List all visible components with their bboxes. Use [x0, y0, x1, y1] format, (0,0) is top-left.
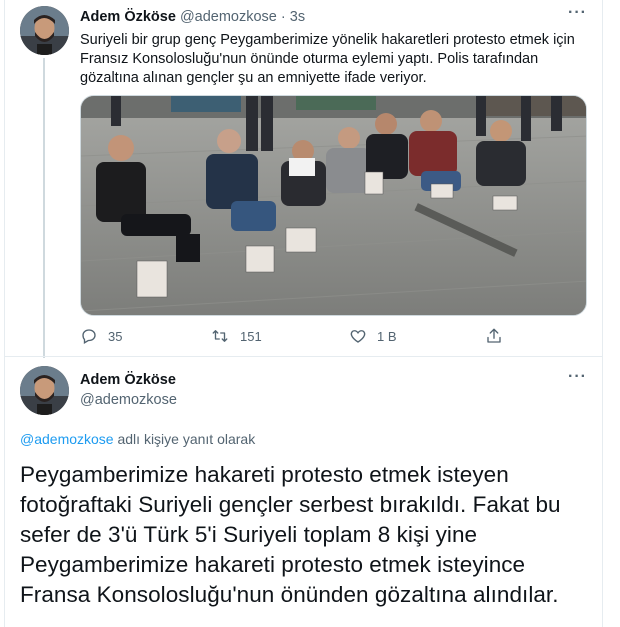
- more-dots-icon[interactable]: ···: [568, 4, 587, 22]
- share-button[interactable]: [485, 327, 513, 345]
- author-name[interactable]: Adem Özköse: [80, 372, 176, 388]
- tweet-photo[interactable]: [80, 95, 587, 316]
- reply-count: 35: [108, 328, 123, 344]
- tweet-time[interactable]: 3s: [290, 9, 305, 25]
- reply-context-text: adlı kişiye yanıt olarak: [113, 431, 256, 447]
- avatar[interactable]: [20, 366, 69, 415]
- reply-mention-link[interactable]: @ademozkose: [20, 431, 114, 447]
- author-handle[interactable]: @ademozkose: [80, 392, 177, 408]
- retweet-icon: [212, 330, 228, 342]
- tweet-text: Peygamberimize hakareti protesto etmek i…: [20, 462, 561, 607]
- retweet-button[interactable]: 151: [210, 327, 262, 345]
- author-name[interactable]: Adem Özköse: [80, 9, 176, 25]
- heart-icon: [350, 330, 366, 343]
- reply-context: @ademozkose adlı kişiye yanıt olarak: [20, 431, 255, 447]
- reply-icon: [82, 329, 96, 344]
- more-dots-icon[interactable]: ···: [568, 368, 587, 386]
- tweet-header: Adem Özköse @ademozkose · 3s: [80, 9, 305, 25]
- tweet-text: Suriyeli bir grup genç Peygamberimize yö…: [80, 32, 575, 86]
- avatar-photo: [20, 366, 69, 415]
- protest-photo: [81, 96, 586, 315]
- tweet-divider: [5, 356, 602, 357]
- avatar-photo: [20, 6, 69, 55]
- header-separator: ·: [280, 9, 286, 25]
- like-count: 1 B: [377, 328, 397, 344]
- reply-button[interactable]: 35: [80, 327, 122, 345]
- retweet-count: 151: [240, 328, 262, 344]
- tweet-actions: 35 151 1 B: [80, 327, 520, 347]
- like-button[interactable]: 1 B: [349, 327, 397, 345]
- author-handle[interactable]: @ademozkose: [180, 9, 277, 25]
- avatar[interactable]: [20, 6, 69, 55]
- thread-connector: [43, 58, 45, 358]
- share-icon: [487, 328, 501, 343]
